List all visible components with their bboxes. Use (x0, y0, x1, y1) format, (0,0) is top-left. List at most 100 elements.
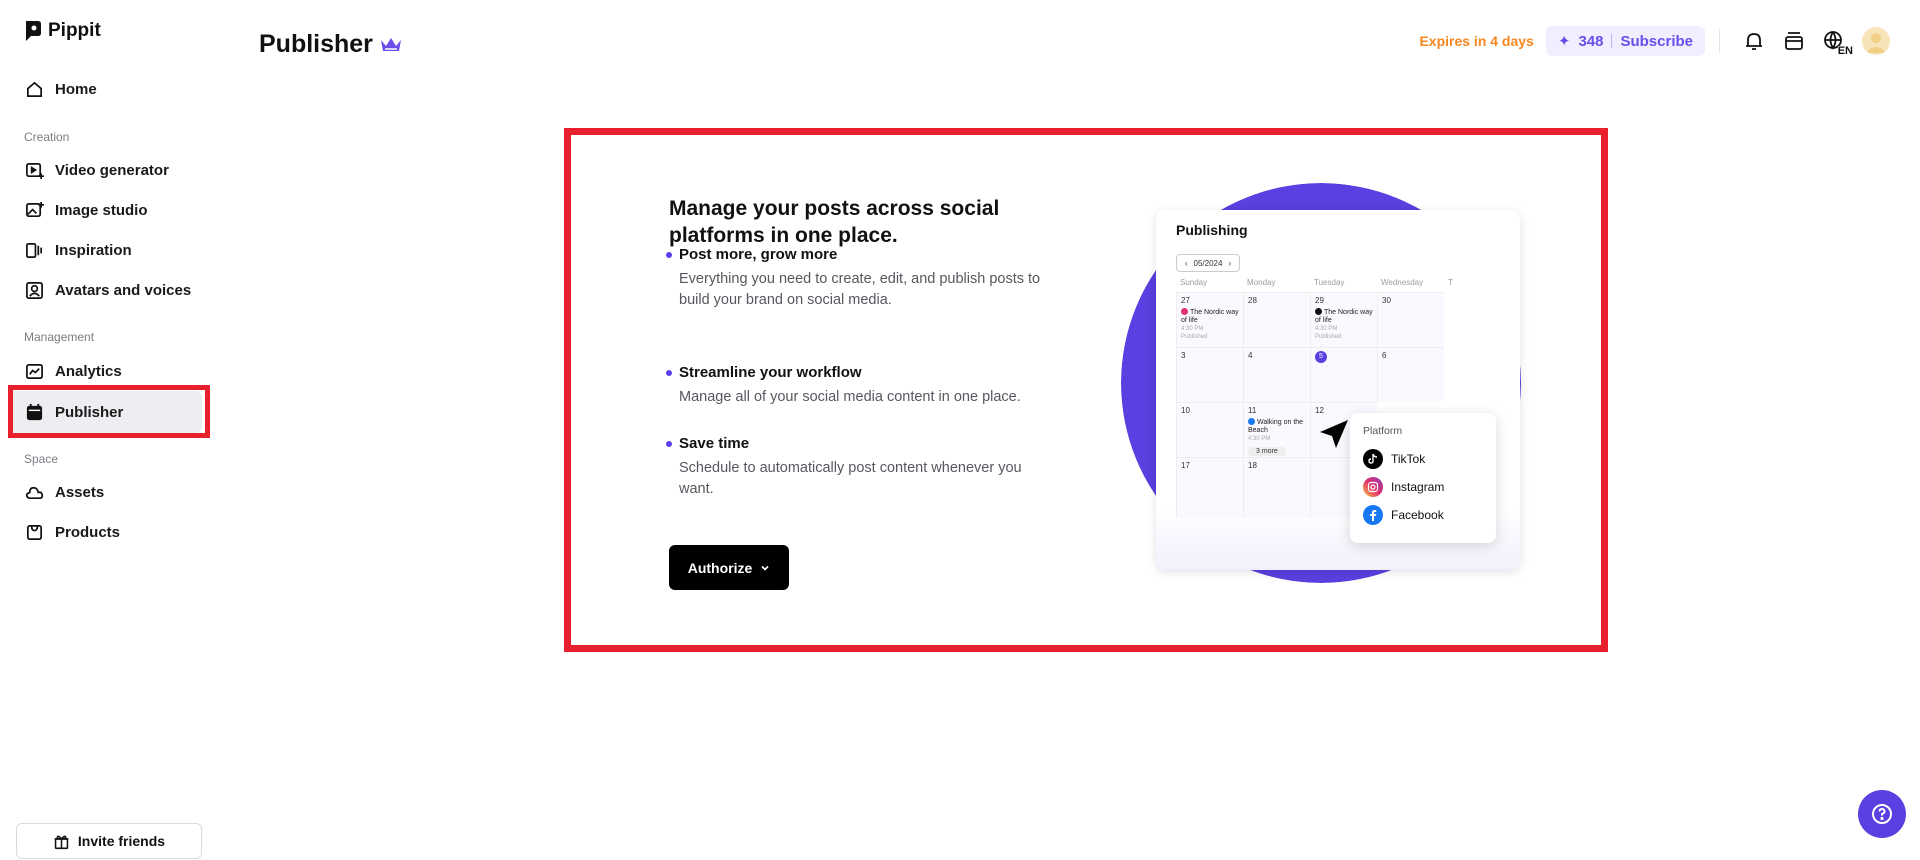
intro-headline: Manage your posts across social platform… (669, 197, 1000, 247)
day-number: 11 (1248, 406, 1257, 415)
day-number-today: 5 (1315, 351, 1327, 363)
calendar-cell: 5 (1310, 347, 1377, 402)
app-name: Pippit (48, 20, 101, 41)
feature-item: Streamline your workflow Manage all of y… (666, 364, 1059, 408)
platform-label: Instagram (1391, 480, 1445, 494)
chevron-down-icon (761, 565, 769, 571)
sidebar-item-assets[interactable]: Assets (10, 471, 202, 513)
day-number: 18 (1248, 461, 1257, 470)
feature-item: Post more, grow more Everything you need… (666, 246, 1059, 311)
help-button[interactable] (1858, 790, 1906, 838)
app-logo[interactable]: Pippit (24, 20, 101, 42)
event-title: The Nordic way of life (1315, 309, 1373, 324)
calendar-cell: 11 Walking on the Beach 4:30 PM 3 more (1243, 402, 1310, 457)
inspiration-icon (26, 242, 43, 258)
tiktok-icon (1363, 449, 1383, 469)
feature-description: Schedule to automatically post content w… (679, 460, 1022, 497)
calendar-cell: 6 (1377, 347, 1444, 402)
day-number: 6 (1382, 351, 1387, 360)
credits-badge[interactable]: ✦ 348 Subscribe (1545, 26, 1705, 56)
platform-label: Facebook (1391, 508, 1444, 522)
event-title: Walking on the Beach (1248, 419, 1304, 434)
weekday-label: Wednesday (1381, 278, 1424, 287)
sidebar-item-label: Inspiration (55, 241, 132, 259)
platform-label: TikTok (1391, 452, 1426, 466)
sidebar-item-label: Video generator (55, 161, 169, 179)
day-number: 10 (1181, 406, 1190, 415)
page-title-text: Publisher (259, 30, 373, 58)
question-icon (1872, 804, 1892, 824)
platform-option-tiktok: TikTok (1363, 445, 1483, 473)
highlight-box (8, 385, 210, 438)
credits-count: 348 (1578, 32, 1604, 50)
facebook-icon (1363, 505, 1383, 525)
sidebar-item-products[interactable]: Products (10, 511, 202, 553)
sidebar-item-label: Products (55, 523, 121, 541)
publishing-illustration: Publishing ‹ 05/2024 › Sunday Monday Tue… (1121, 183, 1551, 583)
calendar-cell: 3 (1176, 347, 1243, 402)
event-time: 4:30 PM (1315, 326, 1338, 332)
calendar-cell: 27 The Nordic way of life 4:30 PM Publis… (1176, 292, 1243, 347)
section-label-creation: Creation (24, 130, 70, 144)
authorize-label: Authorize (687, 559, 753, 576)
day-number: 30 (1382, 296, 1391, 305)
authorize-button[interactable]: Authorize (669, 545, 789, 590)
gift-icon (54, 835, 69, 849)
image-plus-icon (26, 201, 44, 217)
invite-friends-button[interactable]: Invite friends (16, 823, 202, 859)
event-time: 4:30 PM (1181, 326, 1204, 332)
sidebar-item-label: Image studio (55, 201, 148, 219)
sidebar-item-image-studio[interactable]: Image studio (10, 189, 202, 231)
event-status: Published (1181, 334, 1208, 340)
weekday-label: Monday (1247, 278, 1276, 287)
language-button[interactable]: EN (1821, 28, 1853, 57)
bell-icon (1746, 33, 1762, 50)
day-number: 4 (1248, 351, 1253, 360)
event-item: The Nordic way of life (1315, 308, 1373, 325)
cloud-icon (25, 486, 44, 499)
event-item: The Nordic way of life (1181, 308, 1239, 325)
trial-expires-text[interactable]: Expires in 4 days (1419, 33, 1533, 49)
subscribe-link[interactable]: Subscribe (1620, 33, 1693, 50)
instagram-dot-icon (1181, 308, 1188, 315)
day-number: 17 (1181, 461, 1190, 470)
calendar-cell: 10 (1176, 402, 1243, 457)
language-code: EN (1837, 45, 1853, 57)
platform-option-instagram: Instagram (1363, 473, 1483, 501)
calendar-cell: 28 (1243, 292, 1310, 347)
user-avatar[interactable] (1862, 27, 1890, 55)
video-plus-icon (26, 162, 44, 179)
chevron-right-icon: › (1228, 258, 1232, 268)
wallet-icon (1785, 32, 1803, 50)
top-bar: Expires in 4 days ✦ 348 Subscribe EN (1419, 26, 1890, 57)
day-number: 29 (1315, 296, 1324, 305)
sidebar-item-home[interactable]: Home (10, 68, 202, 110)
notifications-button[interactable] (1741, 28, 1767, 54)
sidebar-item-video-generator[interactable]: Video generator (10, 149, 202, 191)
feature-description: Manage all of your social media content … (679, 389, 1021, 405)
facebook-dot-icon (1248, 418, 1255, 425)
calendar-cell: 29 The Nordic way of life 4:30 PM Publis… (1310, 292, 1377, 347)
sidebar-item-label: Avatars and voices (55, 281, 192, 299)
sidebar-item-label: Assets (55, 483, 105, 501)
feature-item: Save time Schedule to automatically post… (666, 435, 1059, 500)
weekday-label: Tuesday (1314, 278, 1345, 287)
sparkle-icon: ✦ (1557, 33, 1571, 50)
wallet-button[interactable] (1781, 28, 1807, 54)
sidebar-item-inspiration[interactable]: Inspiration (10, 229, 202, 271)
pippit-logo-icon (26, 21, 41, 41)
feature-title: Save time (666, 435, 1059, 452)
analytics-icon (26, 363, 43, 379)
sidebar: Pippit Home Creation Video generator Ima… (0, 0, 210, 860)
cursor-arrow-icon (1320, 420, 1348, 448)
section-label-space: Space (24, 452, 59, 466)
sidebar-item-avatars-voices[interactable]: Avatars and voices (10, 269, 202, 311)
sidebar-item-label: Home (55, 80, 97, 98)
user-icon (1866, 33, 1886, 53)
instagram-icon (1363, 477, 1383, 497)
home-icon (26, 81, 43, 97)
page-title: Publisher (259, 30, 403, 59)
invite-label: Invite friends (77, 833, 166, 849)
event-item: Walking on the Beach (1248, 418, 1306, 435)
chevron-left-icon: ‹ (1184, 258, 1188, 268)
